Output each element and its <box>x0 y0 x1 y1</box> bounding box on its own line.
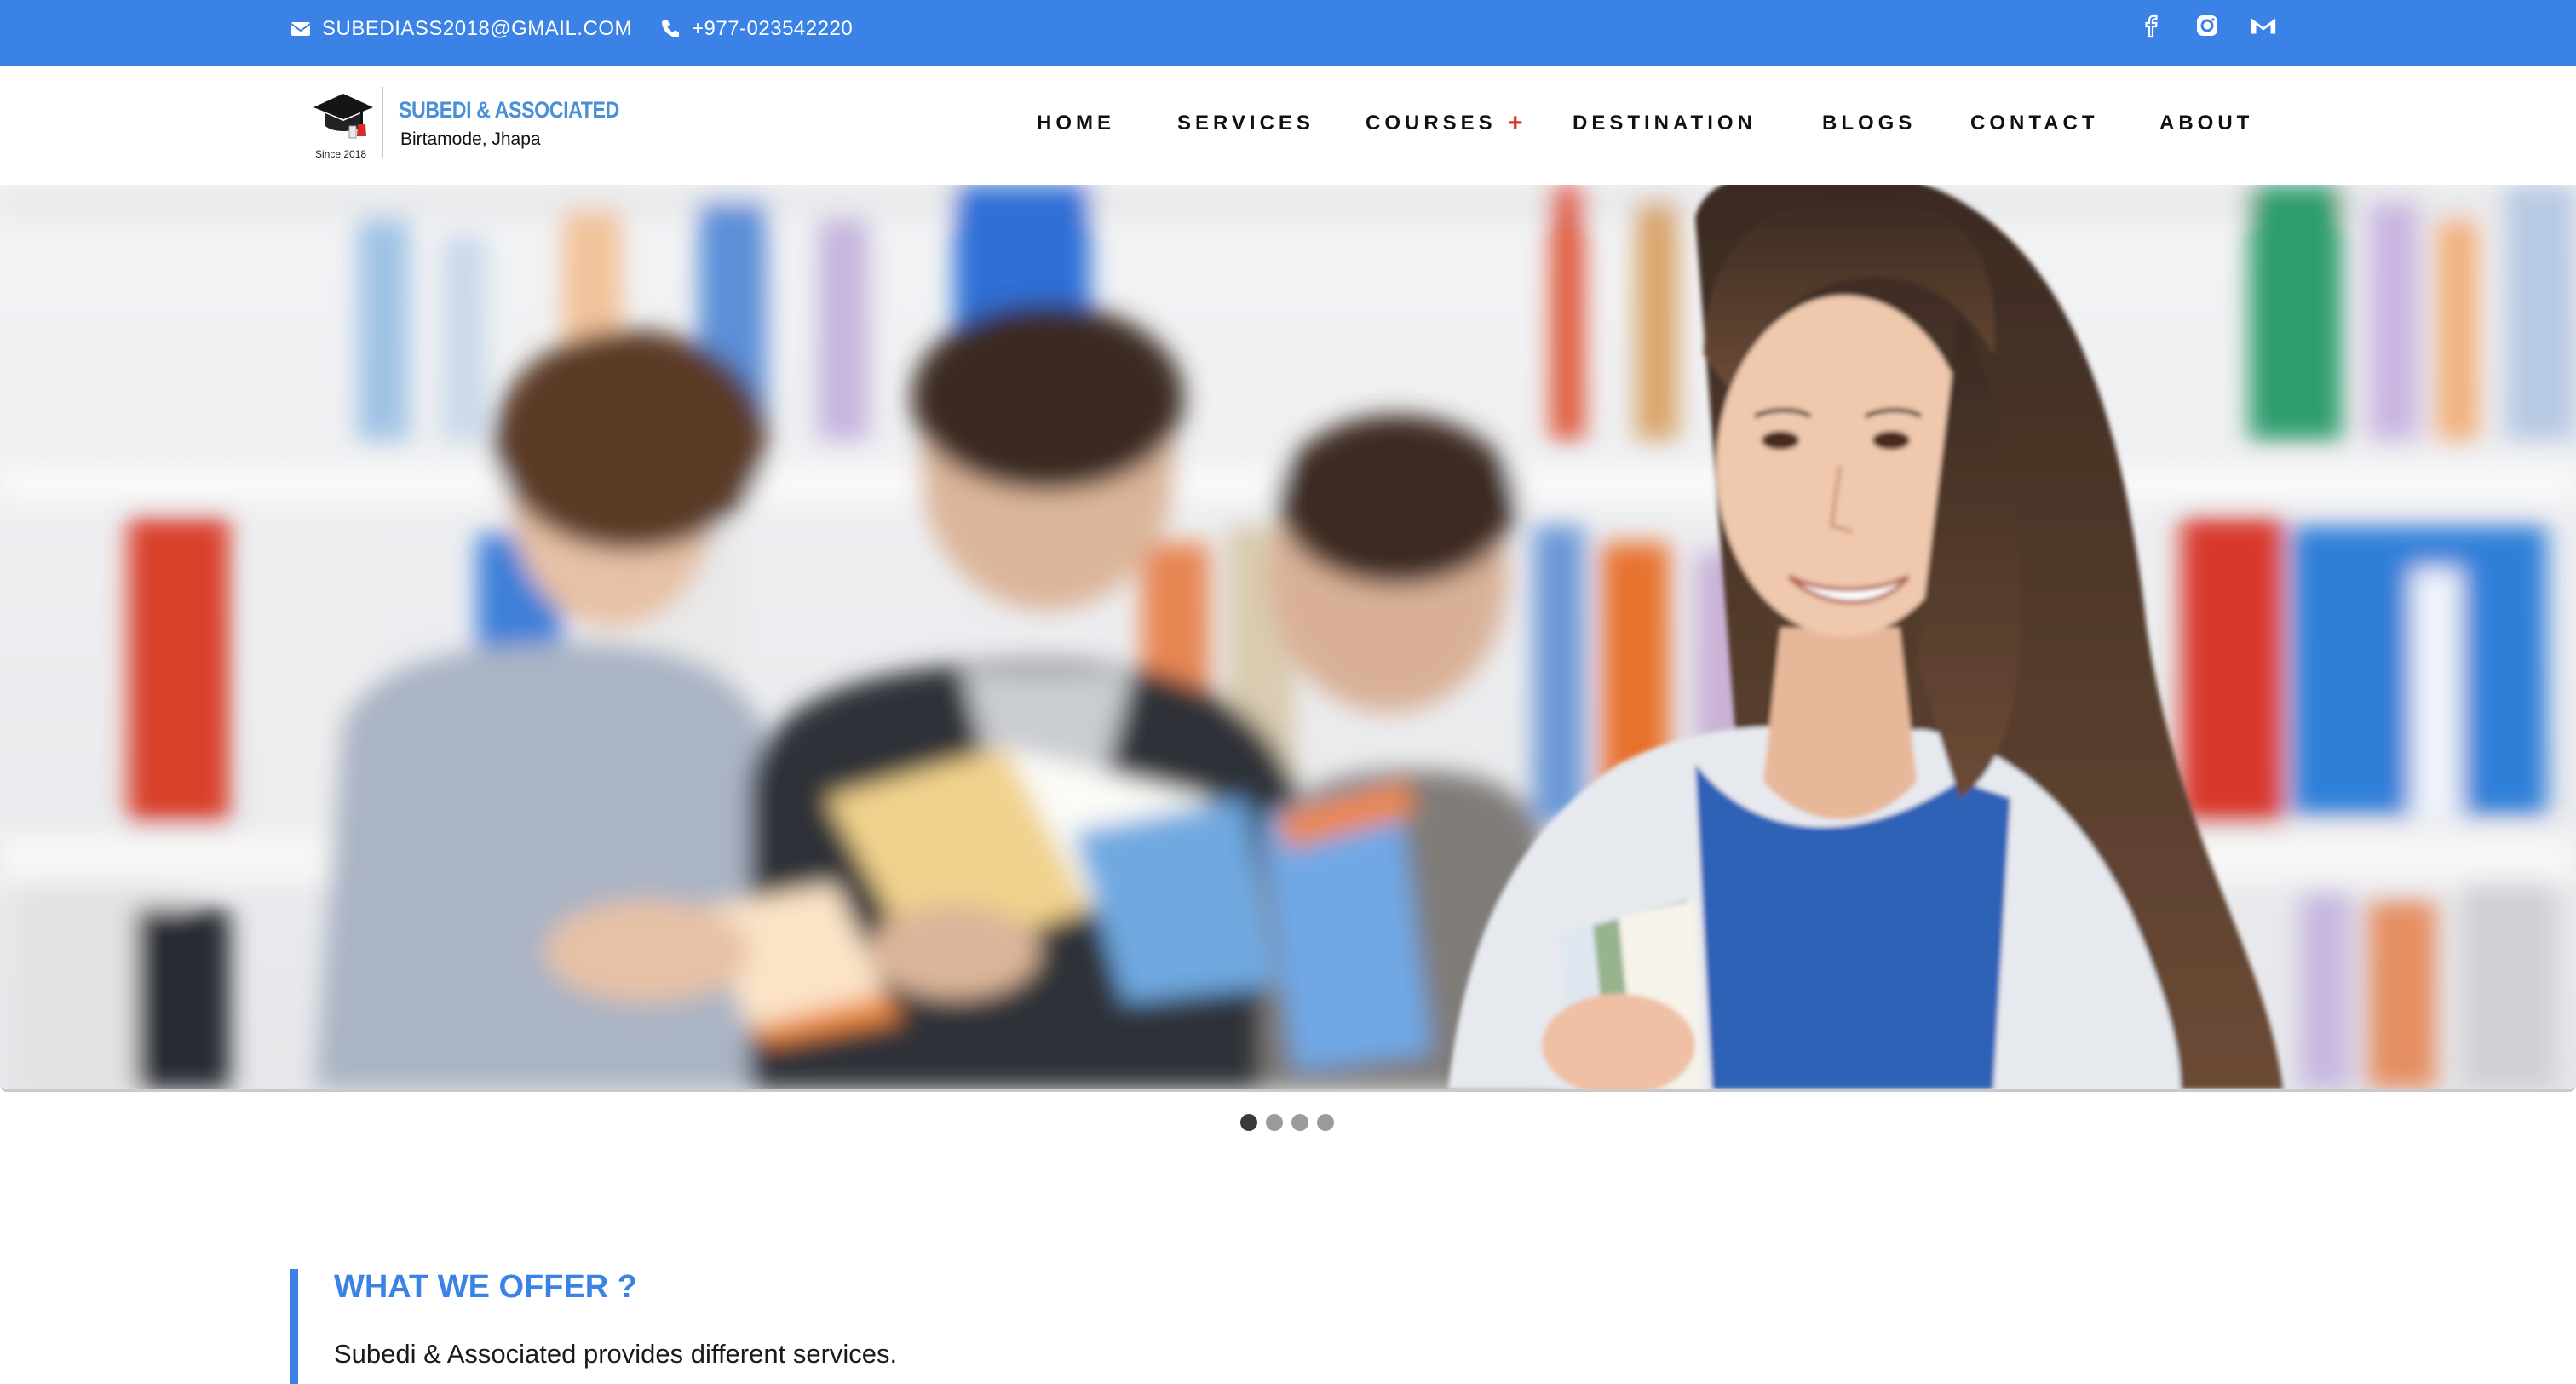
nav-destination[interactable]: DESTINATION <box>1573 112 1757 135</box>
carousel-dot-2[interactable] <box>1266 1114 1283 1131</box>
hero-slider[interactable] <box>0 185 2576 1092</box>
nav-blogs[interactable]: BLOGS <box>1822 112 1916 135</box>
offer-accent-bar <box>290 1269 298 1384</box>
main-nav: HOME SERVICES COURSES + DESTINATION BLOG… <box>1022 66 2470 185</box>
gmail-icon[interactable] <box>2249 11 2278 40</box>
nav-courses[interactable]: COURSES <box>1366 112 1497 135</box>
graduation-cap-icon <box>307 89 380 143</box>
social-links <box>2136 7 2278 44</box>
nav-about[interactable]: ABOUT <box>2159 112 2253 135</box>
offer-title: WHAT WE OFFER ? <box>334 1269 638 1305</box>
instagram-icon[interactable] <box>2193 11 2222 40</box>
carousel-indicators <box>1240 1114 1334 1131</box>
contact-phone[interactable]: +977-023542220 <box>692 17 853 41</box>
nav-services[interactable]: SERVICES <box>1177 112 1314 135</box>
logo-divider <box>382 87 383 158</box>
contact-info: SUBEDIASS2018@GMAIL.COM +977-023542220 <box>290 0 880 58</box>
plus-icon[interactable]: + <box>1508 109 1523 138</box>
facebook-icon[interactable] <box>2136 11 2165 40</box>
top-contact-bar: SUBEDIASS2018@GMAIL.COM +977-023542220 <box>0 0 2576 66</box>
contact-email[interactable]: SUBEDIASS2018@GMAIL.COM <box>322 17 632 41</box>
envelope-icon <box>290 18 312 40</box>
nav-home[interactable]: HOME <box>1037 112 1115 135</box>
phone-icon <box>659 18 681 40</box>
carousel-dot-4[interactable] <box>1317 1114 1334 1131</box>
carousel-dot-1[interactable] <box>1240 1114 1257 1131</box>
carousel-dot-3[interactable] <box>1291 1114 1308 1131</box>
hero-image <box>0 185 2576 1089</box>
offer-subtitle: Subedi & Associated provides different s… <box>334 1339 898 1369</box>
nav-contact[interactable]: CONTACT <box>1970 112 2099 135</box>
site-logo[interactable]: Since 2018 SUBEDI & ASSOCIATED Birtamode… <box>303 82 619 167</box>
logo-location: Birtamode, Jhapa <box>400 129 541 149</box>
logo-brand: SUBEDI & ASSOCIATED <box>399 97 619 123</box>
logo-since: Since 2018 <box>315 148 367 160</box>
